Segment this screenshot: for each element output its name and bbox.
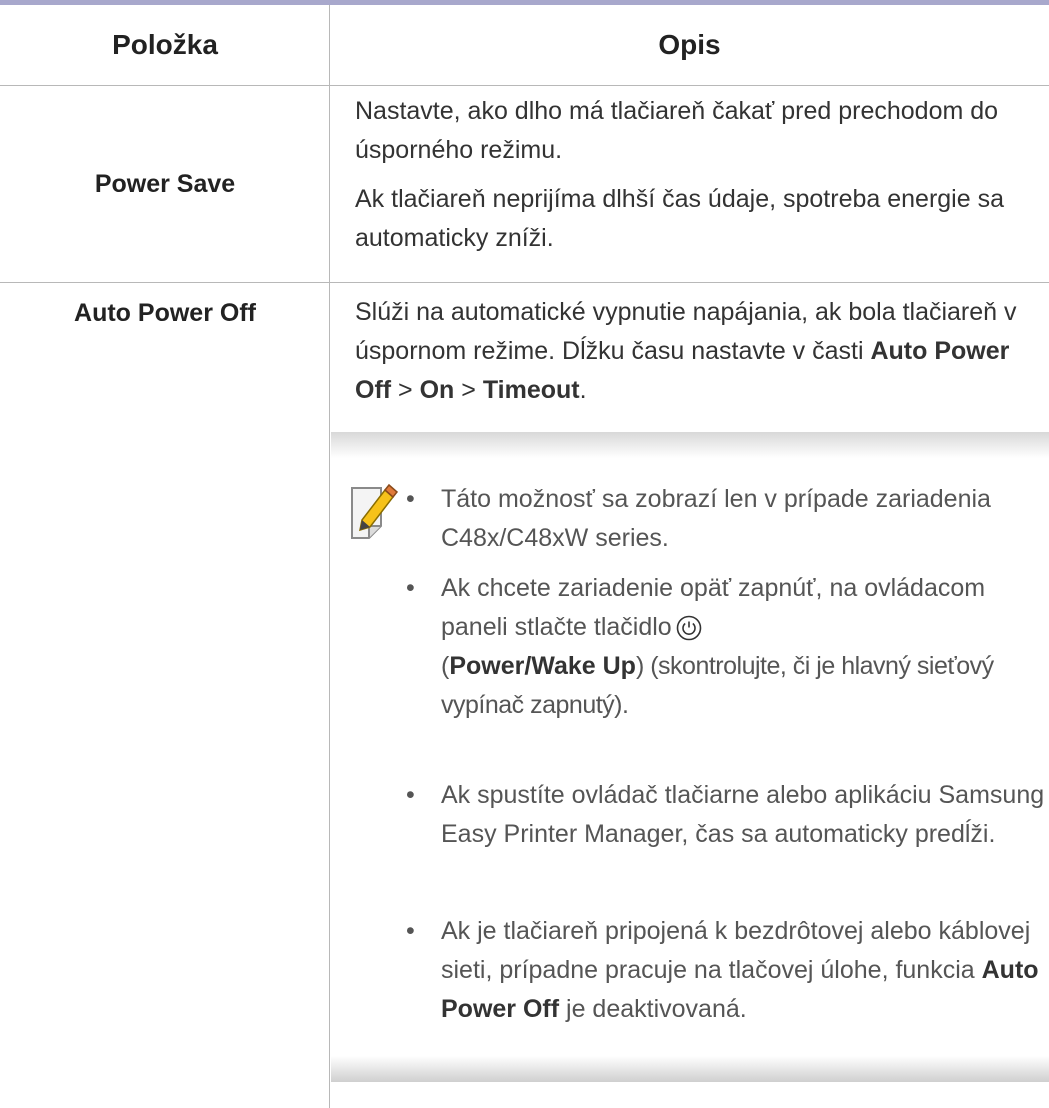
bullet-text-part: Ak je tlačiareň pripojená k bezdrôtovej … xyxy=(441,917,1031,984)
power-icon xyxy=(676,616,702,641)
bullet-text-part: Ak chcete zariadenie opäť zapnúť, na ovl… xyxy=(441,574,986,641)
description-paragraph: Slúži na automatické vypnutie napájania,… xyxy=(355,293,1025,410)
header-item-column: Položka xyxy=(112,29,218,60)
row-label-power-save: Power Save xyxy=(94,169,236,198)
menu-path-timeout: Timeout xyxy=(482,376,580,404)
button-name-power-wake-up: Power/Wake Up xyxy=(449,652,636,680)
bullet-dot: • xyxy=(406,485,415,513)
bullet-dot: • xyxy=(406,574,415,602)
bullet-text: Ak je tlačiareň pripojená k bezdrôtovej … xyxy=(441,912,1049,1029)
intro-end: . xyxy=(579,376,587,404)
description-paragraph: Ak tlačiareň neprijíma dlhší čas údaje, … xyxy=(355,185,1004,252)
note-top-shade xyxy=(331,432,1049,458)
table-row-power-save: Power Save Nastavte, ako dlho má tlačiar… xyxy=(0,86,1049,283)
note-pencil-icon xyxy=(351,483,399,539)
bullet-text-part: je deaktivovaná. xyxy=(559,995,747,1023)
menu-separator: > xyxy=(391,376,420,404)
note-box: • Táto možnosť sa zobrazí len v prípade … xyxy=(331,432,1049,1082)
table-header: Položka Opis xyxy=(0,5,1049,86)
row-description-auto-power-off: Slúži na automatické vypnutie napájania,… xyxy=(355,293,1025,410)
bullet-dot: • xyxy=(406,917,415,945)
bullet-text: Táto možnosť sa zobrazí len v prípade za… xyxy=(441,485,991,552)
bullet-dot: • xyxy=(406,781,415,809)
bullet-text: Ak chcete zariadenie opäť zapnúť, na ovl… xyxy=(441,569,1049,725)
row-description-power-save: Nastavte, ako dlho má tlačiareň čakať pr… xyxy=(355,92,1025,258)
note-bottom-shade xyxy=(331,1056,1049,1082)
bullet-text: Ak spustíte ovládač tlačiarne alebo apli… xyxy=(441,781,1045,848)
description-paragraph: Nastavte, ako dlho má tlačiareň čakať pr… xyxy=(355,97,999,164)
menu-path-on: On xyxy=(419,376,455,404)
row-label-auto-power-off: Auto Power Off xyxy=(74,298,256,327)
menu-separator: > xyxy=(454,376,483,404)
header-description-column: Opis xyxy=(658,29,721,60)
